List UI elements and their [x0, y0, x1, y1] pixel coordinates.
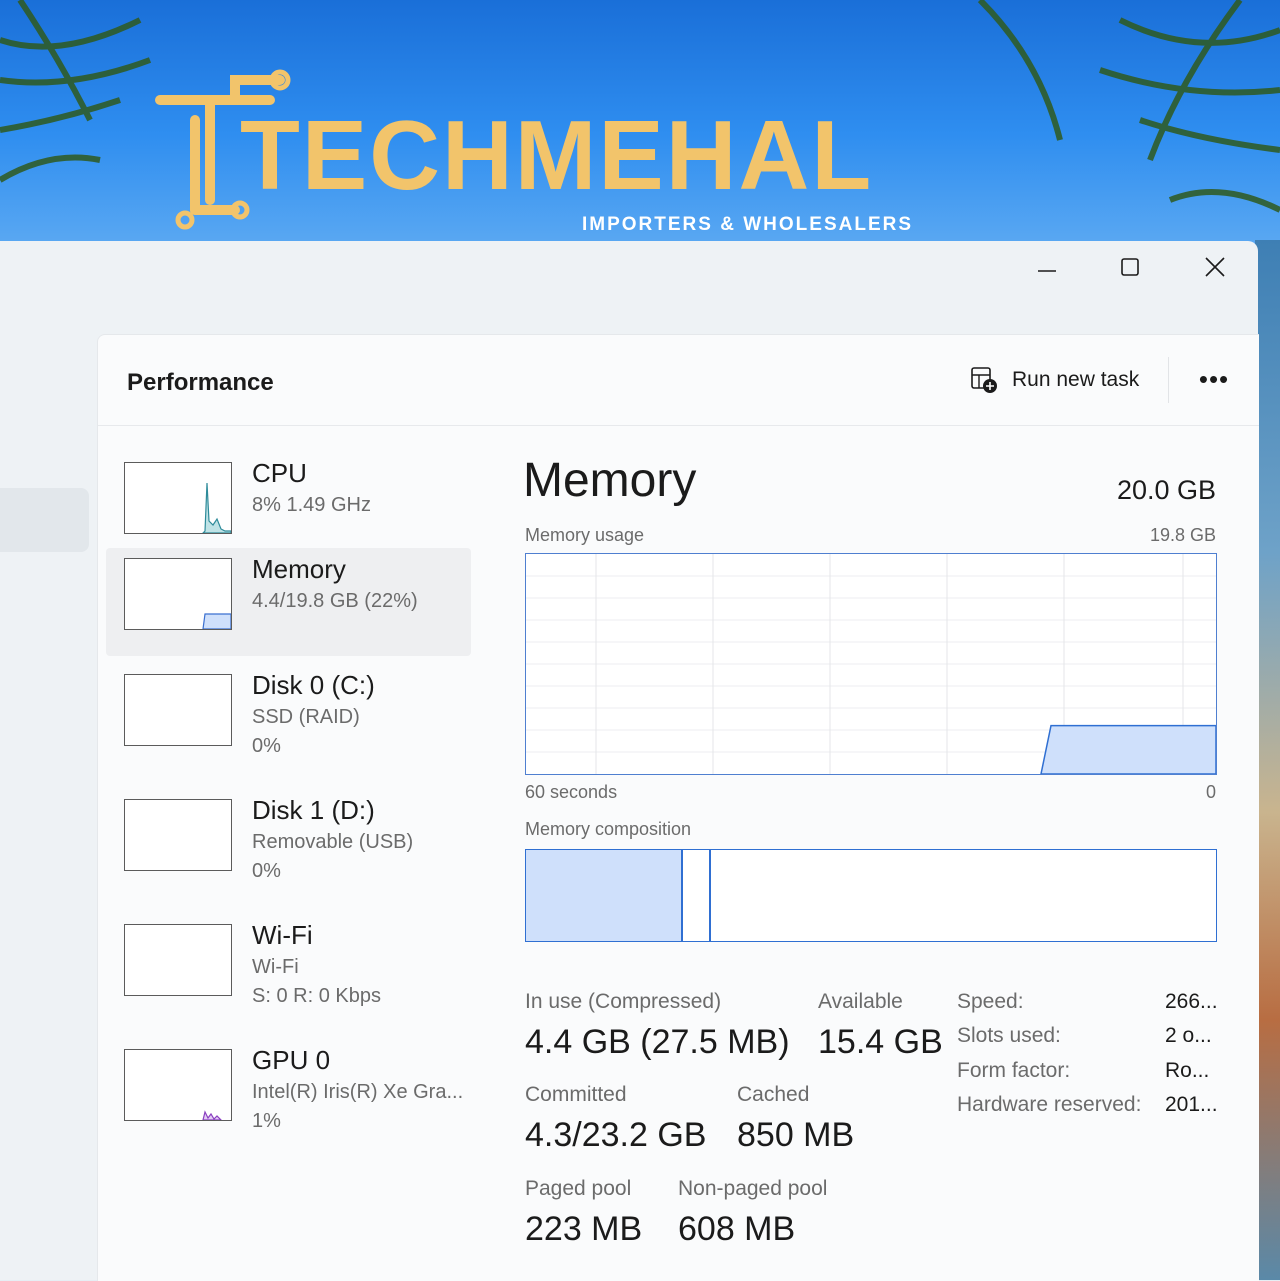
paged-pool-label: Paged pool	[525, 1177, 632, 1200]
spec-form-factor-label: Form factor:	[957, 1059, 1071, 1082]
device-detail-line2: 1%	[252, 1110, 281, 1132]
device-thumbnail-graph	[124, 558, 232, 630]
background-banner: TECHMEHAL IMPORTERS & WHOLESALERS	[0, 0, 1280, 245]
cached-value: 850 MB	[737, 1116, 855, 1154]
available-label: Available	[818, 990, 903, 1013]
device-detail-line1: Wi-Fi	[252, 956, 299, 978]
device-name: Wi-Fi	[252, 920, 313, 950]
in-use-label: In use (Compressed)	[525, 990, 722, 1013]
close-button[interactable]	[1185, 247, 1245, 287]
device-detail-line1: Intel(R) Iris(R) Xe Gra...	[252, 1081, 464, 1103]
close-icon	[1205, 257, 1225, 277]
page-title: Performance	[127, 369, 274, 396]
thumbnail-sparkline	[125, 675, 231, 745]
nav-item-performance[interactable]	[0, 488, 89, 552]
cached-label: Cached	[737, 1083, 810, 1106]
device-detail-line2: S: 0 R: 0 Kbps	[252, 985, 381, 1007]
minimize-icon	[1038, 270, 1056, 272]
usage-area	[1040, 724, 1216, 774]
panel-header: Performance Run new task •••	[98, 335, 1259, 426]
thumbnail-sparkline	[125, 800, 231, 870]
memory-usage-graph	[525, 553, 1217, 775]
more-options-button[interactable]: •••	[1188, 361, 1240, 397]
composition-in-use	[526, 850, 684, 941]
device-detail-line1: 4.4/19.8 GB (22%)	[252, 590, 418, 612]
maximize-icon	[1121, 258, 1139, 276]
time-axis-end: 0	[1205, 782, 1216, 802]
device-thumbnail-graph	[124, 799, 232, 871]
device-thumbnail-graph	[124, 1049, 232, 1121]
device-item-1[interactable]: Memory 4.4/19.8 GB (22%)	[106, 548, 471, 656]
memory-composition-label: Memory composition	[525, 819, 692, 839]
device-item-3[interactable]: Disk 1 (D:) Removable (USB) 0%	[106, 789, 471, 897]
run-task-icon	[971, 367, 997, 393]
spec-slots-label: Slots used:	[957, 1024, 1061, 1047]
device-detail-line1: SSD (RAID)	[252, 706, 360, 728]
device-detail-line1: Removable (USB)	[252, 831, 414, 853]
device-detail-line2: 0%	[252, 735, 281, 757]
paged-pool-value: 223 MB	[525, 1210, 643, 1248]
more-options-icon: •••	[1198, 363, 1230, 394]
device-name: GPU 0	[252, 1045, 331, 1075]
time-axis-start: 60 seconds	[525, 782, 618, 802]
available-value: 15.4 GB	[818, 1023, 943, 1061]
spec-form-factor-value: Ro...	[1165, 1059, 1210, 1082]
detail-title: Memory	[523, 454, 697, 507]
spec-speed-value: 266...	[1165, 990, 1218, 1013]
memory-composition-bar	[525, 849, 1217, 942]
spec-hardware-reserved-value: 201...	[1165, 1093, 1218, 1116]
maximize-button[interactable]	[1100, 247, 1160, 287]
run-new-task-label: Run new task	[1012, 368, 1140, 391]
memory-total: 20.0 GB	[1116, 475, 1216, 505]
in-use-value: 4.4 GB (27.5 MB)	[525, 1023, 790, 1061]
non-paged-pool-value: 608 MB	[678, 1210, 796, 1248]
committed-value: 4.3/23.2 GB	[525, 1116, 707, 1154]
device-detail-line1: 8% 1.49 GHz	[252, 494, 371, 516]
thumbnail-sparkline	[201, 482, 232, 534]
device-detail-line2: 0%	[252, 860, 281, 882]
spec-slots-value: 2 o...	[1165, 1024, 1212, 1047]
header-divider	[1168, 357, 1169, 403]
performance-panel: Performance Run new task ••• Memory 20.0…	[97, 334, 1259, 1281]
brand-logo-text: TECHMEHAL	[240, 100, 874, 210]
device-item-4[interactable]: Wi-Fi Wi-Fi S: 0 R: 0 Kbps	[106, 914, 471, 1022]
memory-usage-label: Memory usage	[525, 525, 645, 545]
device-item-2[interactable]: Disk 0 (C:) SSD (RAID) 0%	[106, 664, 471, 772]
device-thumbnail-graph	[124, 924, 232, 996]
non-paged-pool-label: Non-paged pool	[678, 1177, 828, 1200]
device-name: Disk 0 (C:)	[252, 670, 375, 700]
device-name: Memory	[252, 554, 346, 584]
memory-usage-max: 19.8 GB	[1149, 525, 1216, 545]
device-name: Disk 1 (D:)	[252, 795, 375, 825]
thumbnail-sparkline	[125, 925, 231, 995]
composition-modified	[681, 850, 711, 941]
minimize-button[interactable]	[1017, 247, 1077, 287]
memory-usage-plot	[526, 554, 1216, 774]
brand-tagline: IMPORTERS & WHOLESALERS	[582, 214, 914, 235]
committed-label: Committed	[525, 1083, 627, 1106]
device-item-0[interactable]: CPU 8% 1.49 GHz	[106, 452, 471, 560]
thumbnail-sparkline	[202, 613, 232, 630]
device-name: CPU	[252, 458, 307, 488]
thumbnail-sparkline	[202, 1110, 223, 1121]
run-new-task-button[interactable]: Run new task	[970, 363, 1139, 397]
spec-speed-label: Speed:	[957, 990, 1024, 1013]
spec-hardware-reserved-label: Hardware reserved:	[957, 1093, 1142, 1116]
device-item-5[interactable]: GPU 0 Intel(R) Iris(R) Xe Gra... 1%	[106, 1039, 471, 1147]
device-thumbnail-graph	[124, 674, 232, 746]
device-thumbnail-graph	[124, 462, 232, 534]
task-manager-window: Performance Run new task ••• Memory 20.0…	[0, 241, 1259, 1281]
